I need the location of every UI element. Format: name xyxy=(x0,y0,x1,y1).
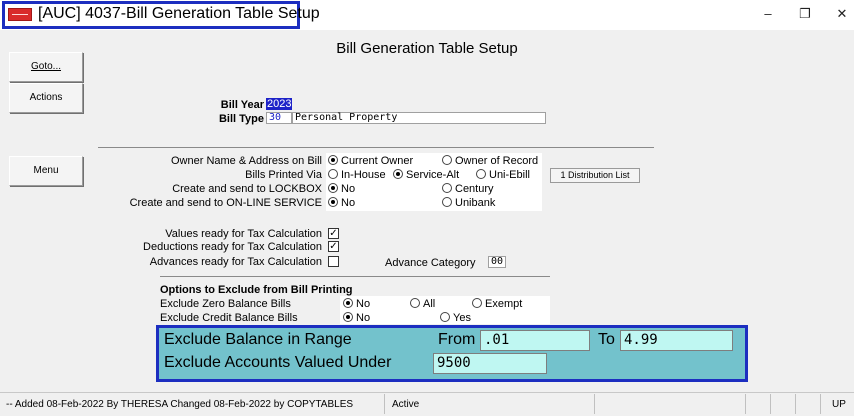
radio-selected-icon xyxy=(328,197,338,207)
exclude-range-label: Exclude Balance in Range xyxy=(164,331,352,348)
online-no-label: No xyxy=(341,197,356,209)
status-separator xyxy=(795,394,796,414)
advances-ready-checkbox[interactable] xyxy=(328,256,339,267)
status-separator xyxy=(384,394,385,414)
online-unibank-radio[interactable]: Unibank xyxy=(442,197,495,209)
values-ready-label: Values ready for Tax Calculation xyxy=(165,228,322,240)
printed-uniebill-label: Uni-Ebill xyxy=(489,169,530,181)
zero-no-label: No xyxy=(356,298,371,310)
status-mode-text: UP xyxy=(832,399,846,410)
radio-icon xyxy=(440,312,450,322)
divider xyxy=(160,276,550,277)
from-input[interactable]: .01 xyxy=(480,330,590,351)
radio-selected-icon xyxy=(343,312,353,322)
distribution-list-button[interactable]: 1 Distribution List xyxy=(550,168,640,183)
menu-button[interactable]: Menu xyxy=(9,156,83,186)
bill-year-input[interactable]: 2023 xyxy=(266,98,293,110)
online-unibank-label: Unibank xyxy=(455,197,496,209)
status-separator xyxy=(594,394,595,414)
status-audit-text: -- Added 08-Feb-2022 By THERESA Changed … xyxy=(6,399,354,410)
status-separator xyxy=(745,394,746,414)
radio-icon xyxy=(442,197,452,207)
credit-yes-radio[interactable]: Yes xyxy=(440,312,471,324)
printed-service-alt-radio[interactable]: Service-Alt xyxy=(393,169,459,181)
online-no-radio[interactable]: No xyxy=(328,197,355,209)
deductions-ready-checkbox[interactable]: ✓ xyxy=(328,241,339,252)
distribution-list-label: 1 Distribution List xyxy=(560,170,630,180)
printed-service-alt-label: Service-Alt xyxy=(406,169,460,181)
advance-category-input[interactable]: 00 xyxy=(488,256,506,268)
radio-icon xyxy=(328,169,338,179)
owner-label: Owner Name & Address on Bill xyxy=(170,155,322,167)
menu-label: Menu xyxy=(33,165,59,176)
checkmark-icon: ✓ xyxy=(329,241,338,252)
bill-type-description: Personal Property xyxy=(292,112,546,124)
lockbox-century-radio[interactable]: Century xyxy=(442,183,494,195)
credit-yes-label: Yes xyxy=(453,312,471,324)
advance-category-label: Advance Category xyxy=(385,257,476,269)
to-input[interactable]: 4.99 xyxy=(620,330,733,351)
radio-icon xyxy=(442,155,452,165)
credit-no-label: No xyxy=(356,312,371,324)
status-active-text: Active xyxy=(392,399,420,410)
valued-under-label: Exclude Accounts Valued Under xyxy=(164,354,392,371)
deductions-ready-label: Deductions ready for Tax Calculation xyxy=(143,241,322,253)
exclude-heading: Options to Exclude from Bill Printing xyxy=(160,284,353,296)
radio-selected-icon xyxy=(343,298,353,308)
status-separator xyxy=(820,394,821,414)
zero-no-radio[interactable]: No xyxy=(343,298,370,310)
app-logo-icon xyxy=(8,8,32,21)
restore-button[interactable]: ❐ xyxy=(794,4,816,24)
to-label: To xyxy=(598,331,615,348)
exclude-zero-label: Exclude Zero Balance Bills xyxy=(160,298,291,310)
radio-icon xyxy=(476,169,486,179)
online-service-label: Create and send to ON-LINE SERVICE xyxy=(129,197,322,209)
page-title: Bill Generation Table Setup xyxy=(336,40,518,57)
divider xyxy=(98,147,654,148)
zero-exempt-radio[interactable]: Exempt xyxy=(472,298,522,310)
zero-exempt-label: Exempt xyxy=(485,298,523,310)
from-label: From xyxy=(438,331,476,348)
bill-year-label: Bill Year xyxy=(220,99,264,111)
owner-record-radio[interactable]: Owner of Record xyxy=(442,155,538,167)
close-button[interactable]: ✕ xyxy=(831,4,853,24)
owner-record-label: Owner of Record xyxy=(455,155,539,167)
lockbox-no-label: No xyxy=(341,183,356,195)
printed-uniebill-radio[interactable]: Uni-Ebill xyxy=(476,169,530,181)
owner-current-label: Current Owner xyxy=(341,155,414,167)
actions-button[interactable]: Actions xyxy=(9,83,83,113)
printed-inhouse-radio[interactable]: In-House xyxy=(328,169,386,181)
lockbox-label: Create and send to LOCKBOX xyxy=(172,183,322,195)
printed-via-label: Bills Printed Via xyxy=(245,169,322,181)
zero-all-label: All xyxy=(423,298,436,310)
credit-no-radio[interactable]: No xyxy=(343,312,370,324)
goto-label: Goto... xyxy=(30,61,61,72)
radio-selected-icon xyxy=(328,155,338,165)
radio-icon xyxy=(442,183,452,193)
values-ready-checkbox[interactable]: ✓ xyxy=(328,228,339,239)
checkmark-icon: ✓ xyxy=(329,228,338,239)
window-title: [AUC] 4037-Bill Generation Table Setup xyxy=(38,5,320,22)
radio-icon xyxy=(472,298,482,308)
status-separator xyxy=(770,394,771,414)
zero-all-radio[interactable]: All xyxy=(410,298,435,310)
radio-selected-icon xyxy=(328,183,338,193)
radio-icon xyxy=(410,298,420,308)
radio-selected-icon xyxy=(393,169,403,179)
printed-inhouse-label: In-House xyxy=(341,169,386,181)
owner-current-radio[interactable]: Current Owner xyxy=(328,155,413,167)
advances-ready-label: Advances ready for Tax Calculation xyxy=(149,256,322,268)
actions-label: Actions xyxy=(29,92,63,103)
bill-type-label: Bill Type xyxy=(218,113,264,125)
lockbox-century-label: Century xyxy=(455,183,494,195)
valued-under-input[interactable]: 9500 xyxy=(433,353,547,374)
bill-type-code-input[interactable]: 30 xyxy=(266,112,292,124)
goto-button[interactable]: Goto... xyxy=(9,52,83,82)
exclude-credit-label: Exclude Credit Balance Bills xyxy=(160,312,298,324)
lockbox-no-radio[interactable]: No xyxy=(328,183,355,195)
minimize-button[interactable]: – xyxy=(757,4,779,24)
